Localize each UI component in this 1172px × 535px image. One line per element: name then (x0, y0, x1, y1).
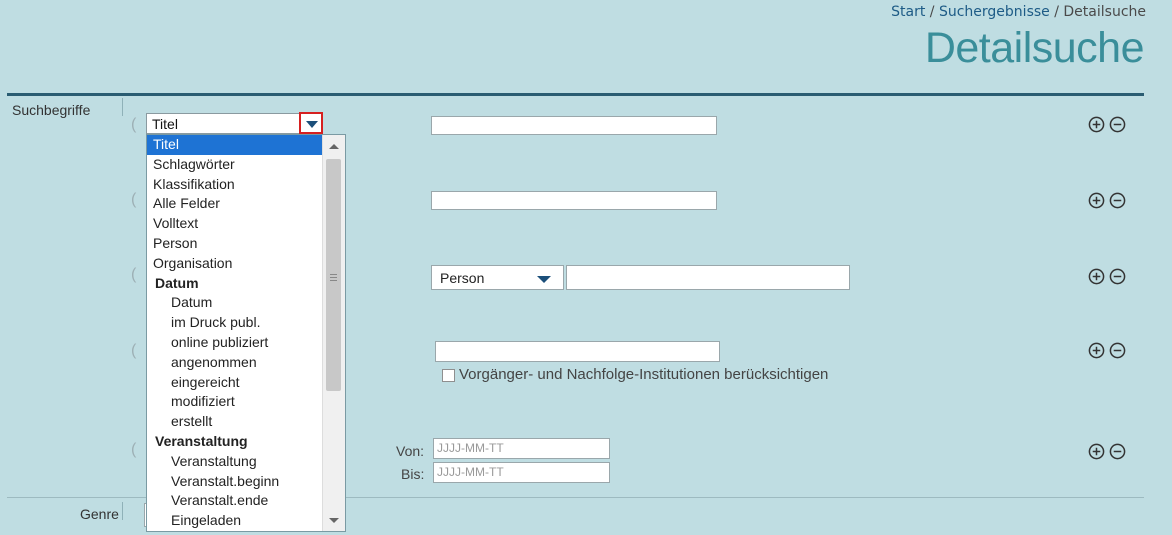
grip-icon (330, 280, 337, 281)
organisation-input[interactable] (435, 341, 720, 362)
plus-circle-icon[interactable] (1088, 268, 1105, 285)
page-title: Detailsuche (924, 24, 1145, 72)
dropdown-option[interactable]: Klassifikation (147, 175, 345, 195)
dropdown-option[interactable]: Person (147, 234, 345, 254)
minus-circle-icon[interactable] (1109, 342, 1126, 359)
breadcrumb: Start / Suchergebnisse / Detailsuche (891, 4, 1146, 20)
grip-icon (330, 277, 337, 278)
person-type-select[interactable]: Person (431, 265, 564, 290)
dropdown-option[interactable]: Titel (147, 135, 322, 155)
dropdown-option[interactable]: modifiziert (147, 392, 345, 412)
row-controls (1088, 116, 1126, 133)
header-divider (7, 93, 1144, 96)
search-input-row-2[interactable] (431, 191, 717, 210)
field-dropdown-list[interactable]: Titel Schlagwörter Klassifikation Alle Feld… (146, 134, 346, 532)
minus-circle-icon[interactable] (1109, 116, 1126, 133)
dropdown-group-label: Datum (155, 274, 199, 291)
plus-circle-icon[interactable] (1088, 192, 1105, 209)
scroll-thumb[interactable] (326, 159, 341, 391)
group-paren[interactable]: ( (131, 116, 136, 134)
person-type-value: Person (440, 270, 485, 286)
section-divider (122, 98, 123, 116)
row-controls (1088, 192, 1126, 209)
dropdown-option[interactable]: Schlagwörter (147, 155, 345, 175)
scroll-up-icon[interactable] (329, 144, 339, 149)
plus-circle-icon[interactable] (1088, 116, 1105, 133)
breadcrumb-separator: / (1054, 4, 1059, 20)
plus-circle-icon[interactable] (1088, 342, 1105, 359)
date-to-label: Bis: (401, 466, 425, 482)
dropdown-options: Titel Schlagwörter Klassifikation Alle Feld… (147, 135, 345, 531)
dropdown-option[interactable]: Eingeladen (147, 511, 345, 531)
breadcrumb-start-link[interactable]: Start (891, 4, 925, 20)
dropdown-scrollbar[interactable] (322, 135, 345, 531)
date-from-input[interactable]: JJJJ-MM-TT (433, 438, 610, 459)
group-paren[interactable]: ( (131, 441, 136, 459)
minus-circle-icon[interactable] (1109, 268, 1126, 285)
dropdown-option[interactable]: eingereicht (147, 373, 345, 393)
dropdown-option[interactable]: Veranstalt.ende (147, 491, 345, 511)
dropdown-option[interactable]: Volltext (147, 214, 345, 234)
breadcrumb-separator: / (929, 4, 935, 20)
caret-down-icon[interactable] (299, 112, 323, 134)
section-label-genre: Genre (80, 506, 119, 522)
row-controls (1088, 443, 1126, 460)
grip-icon (330, 274, 337, 275)
field-select-value: Titel (152, 116, 178, 132)
minus-circle-icon[interactable] (1109, 192, 1126, 209)
minus-circle-icon[interactable] (1109, 443, 1126, 460)
dropdown-option[interactable]: Veranstaltung (147, 452, 345, 472)
field-select-row-1[interactable]: Titel (146, 113, 322, 134)
plus-circle-icon[interactable] (1088, 443, 1105, 460)
row-controls (1088, 342, 1126, 359)
scroll-down-icon[interactable] (329, 518, 339, 523)
search-input-row-1[interactable] (431, 116, 717, 135)
group-paren[interactable]: ( (131, 191, 136, 209)
date-to-input[interactable]: JJJJ-MM-TT (433, 462, 610, 483)
dropdown-option[interactable]: Datum (147, 293, 345, 313)
dropdown-option[interactable]: erstellt (147, 412, 345, 432)
breadcrumb-current: Detailsuche (1063, 4, 1146, 20)
dropdown-option[interactable]: online publiziert (147, 333, 345, 353)
dropdown-group-label: Veranstaltung (155, 432, 248, 449)
dropdown-option[interactable]: Organisation (147, 254, 345, 274)
dropdown-option[interactable]: Alle Felder (147, 194, 345, 214)
date-from-label: Von: (396, 443, 425, 459)
section-divider (122, 502, 123, 520)
dropdown-option[interactable]: Veranstalt.beginn (147, 472, 345, 492)
group-paren[interactable]: ( (131, 266, 136, 284)
person-input[interactable] (566, 265, 850, 290)
dropdown-option[interactable]: angenommen (147, 353, 345, 373)
group-paren[interactable]: ( (131, 342, 136, 360)
row-controls (1088, 268, 1126, 285)
predecessor-checkbox-label: Vorgänger- und Nachfolge-Institutionen b… (459, 366, 829, 383)
section-label-search-terms: Suchbegriffe (12, 102, 91, 118)
predecessor-checkbox[interactable] (442, 369, 455, 382)
breadcrumb-results-link[interactable]: Suchergebnisse (939, 4, 1050, 20)
dropdown-option[interactable]: im Druck publ. (147, 313, 345, 333)
